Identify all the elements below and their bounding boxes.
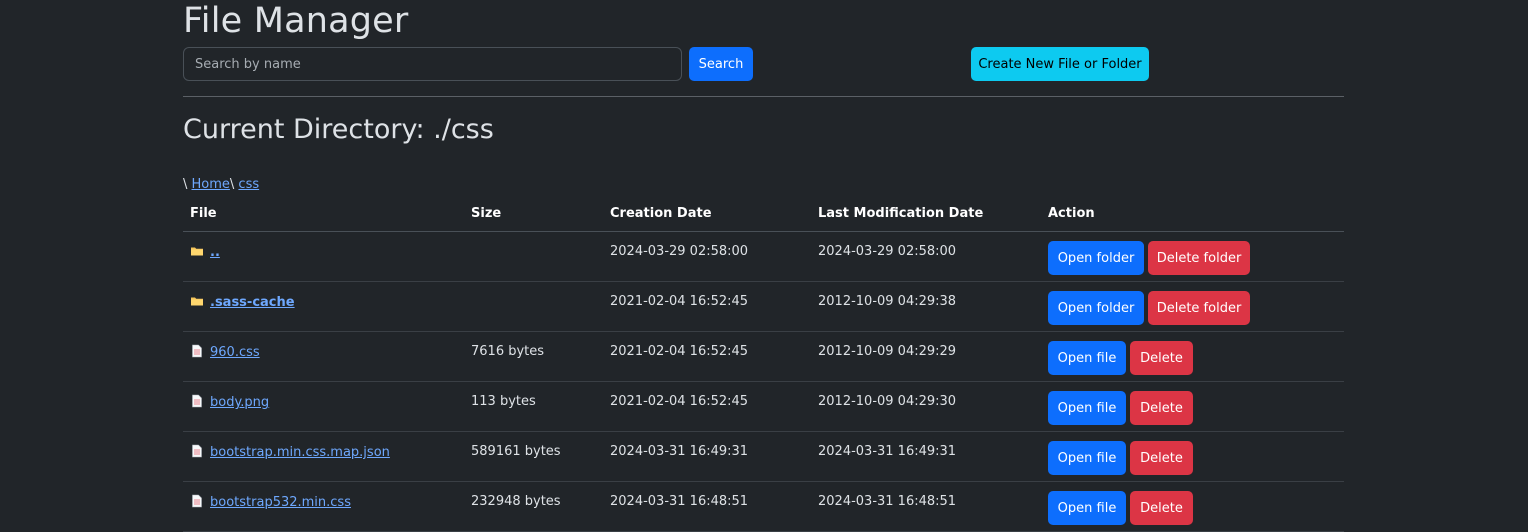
folder-link[interactable]: .sass-cache [210, 295, 295, 310]
header-file: File [190, 206, 217, 221]
folder-icon [190, 294, 204, 308]
modified-cell: 2012-10-09 04:29:30 [818, 394, 957, 409]
created-cell: 2024-03-31 16:48:51 [610, 494, 749, 509]
size-cell: 232948 bytes [471, 494, 561, 509]
modified-cell: 2012-10-09 04:29:29 [818, 344, 957, 359]
delete-file-button[interactable]: Delete [1130, 391, 1193, 425]
search-button[interactable]: Search [689, 47, 753, 81]
file-icon [190, 494, 204, 508]
file-icon [190, 344, 204, 358]
table-header: File Size Creation Date Last Modificatio… [183, 198, 1344, 232]
created-cell: 2021-02-04 16:52:45 [610, 394, 749, 409]
created-cell: 2021-02-04 16:52:45 [610, 344, 749, 359]
open-file-button[interactable]: Open file [1048, 341, 1126, 375]
page-title: File Manager [183, 1, 409, 41]
breadcrumb-css-link[interactable]: css [238, 177, 259, 192]
file-link[interactable]: 960.css [210, 345, 260, 360]
file-link[interactable]: body.png [210, 395, 269, 410]
folder-icon [190, 244, 204, 258]
delete-file-button[interactable]: Delete [1130, 491, 1193, 525]
file-table: File Size Creation Date Last Modificatio… [183, 198, 1344, 532]
file-cell: .. [190, 244, 220, 261]
created-cell: 2021-02-04 16:52:45 [610, 294, 749, 309]
header-action: Action [1048, 206, 1095, 221]
file-icon [190, 394, 204, 408]
file-cell: body.png [190, 394, 269, 411]
file-cell: .sass-cache [190, 294, 295, 311]
open-folder-button[interactable]: Open folder [1048, 291, 1144, 325]
file-cell: 960.css [190, 344, 260, 361]
delete-folder-button[interactable]: Delete folder [1148, 241, 1250, 275]
size-cell: 7616 bytes [471, 344, 545, 359]
delete-folder-button[interactable]: Delete folder [1148, 291, 1250, 325]
header-size: Size [471, 206, 502, 221]
breadcrumb: \ Home\ css [183, 176, 259, 194]
open-folder-button[interactable]: Open folder [1048, 241, 1144, 275]
header-creation-date: Creation Date [610, 206, 712, 221]
breadcrumb-separator: \ [183, 177, 192, 192]
delete-file-button[interactable]: Delete [1130, 341, 1193, 375]
table-row: body.png 113 bytes 2021-02-04 16:52:45 2… [183, 382, 1344, 432]
table-row: .sass-cache 2021-02-04 16:52:45 2012-10-… [183, 282, 1344, 332]
table-row: .. 2024-03-29 02:58:00 2024-03-29 02:58:… [183, 232, 1344, 282]
search-input[interactable] [183, 47, 682, 81]
file-cell: bootstrap.min.css.map.json [190, 444, 390, 461]
file-link[interactable]: bootstrap532.min.css [210, 495, 351, 510]
current-directory-heading: Current Directory: ./css [183, 114, 494, 145]
modified-cell: 2012-10-09 04:29:38 [818, 294, 957, 309]
table-row: 960.css 7616 bytes 2021-02-04 16:52:45 2… [183, 332, 1344, 382]
file-icon [190, 444, 204, 458]
divider [183, 96, 1344, 97]
header-modification-date: Last Modification Date [818, 206, 984, 221]
file-link[interactable]: bootstrap.min.css.map.json [210, 445, 390, 460]
folder-link[interactable]: .. [210, 245, 220, 260]
created-cell: 2024-03-29 02:58:00 [610, 244, 749, 259]
delete-file-button[interactable]: Delete [1130, 441, 1193, 475]
created-cell: 2024-03-31 16:49:31 [610, 444, 749, 459]
modified-cell: 2024-03-31 16:49:31 [818, 444, 957, 459]
modified-cell: 2024-03-29 02:58:00 [818, 244, 957, 259]
size-cell: 113 bytes [471, 394, 536, 409]
size-cell: 589161 bytes [471, 444, 561, 459]
table-row: bootstrap532.min.css 232948 bytes 2024-0… [183, 482, 1344, 532]
open-file-button[interactable]: Open file [1048, 491, 1126, 525]
breadcrumb-home-link[interactable]: Home [192, 177, 230, 192]
table-row: bootstrap.min.css.map.json 589161 bytes … [183, 432, 1344, 482]
open-file-button[interactable]: Open file [1048, 391, 1126, 425]
open-file-button[interactable]: Open file [1048, 441, 1126, 475]
file-cell: bootstrap532.min.css [190, 494, 351, 511]
modified-cell: 2024-03-31 16:48:51 [818, 494, 957, 509]
create-new-button[interactable]: Create New File or Folder [971, 47, 1149, 81]
